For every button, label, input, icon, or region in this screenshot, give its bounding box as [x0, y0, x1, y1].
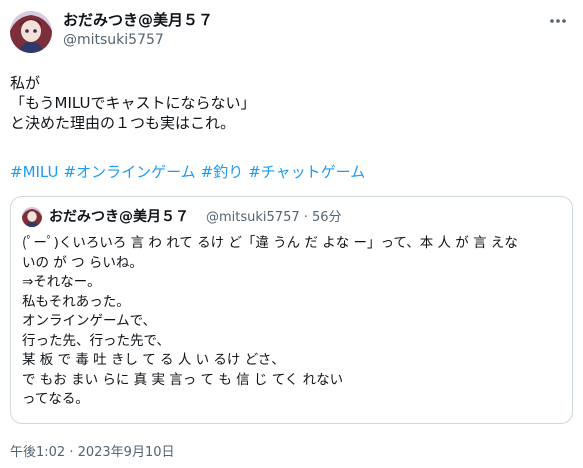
quote-line: で もお まい らに 真 実 言っ て も 信 じ てく れない	[22, 371, 344, 388]
quote-line: (ﾟーﾟ)くいろいろ 言 わ れて るけ ど「違 うん だ よな ー」って、本 …	[22, 235, 518, 251]
tweet-text: 私が 「もうMILUでキャストにならない」 と決めた理由の１つも実はこれ。	[10, 73, 256, 133]
quote-text: (ﾟーﾟ)くいろいろ 言 わ れて るけ ど「違 うん だ よな ー」って、本 …	[22, 234, 562, 410]
hashtag-list: #MILU #オンラインゲーム #釣り #チャットゲーム	[10, 162, 370, 182]
quote-meta[interactable]: @mitsuki5757 · 56分	[206, 209, 342, 226]
avatar-image	[10, 11, 52, 53]
quote-tweet[interactable]: おだみつき@美月５７ @mitsuki5757 · 56分 (ﾟーﾟ)くいろいろ…	[10, 196, 573, 424]
tweet-line: と決めた理由の１つも実はこれ。	[10, 114, 236, 132]
hashtag-link[interactable]: #釣り	[201, 163, 244, 181]
quote-line: オンラインゲームで、	[22, 313, 157, 329]
hashtag-link[interactable]: #オンラインゲーム	[64, 163, 196, 181]
quote-line: ってなる。	[22, 391, 89, 407]
avatar[interactable]	[10, 11, 52, 53]
quote-line: 私もそれあった。	[22, 293, 130, 310]
author-handle[interactable]: @mitsuki5757	[63, 31, 164, 49]
hashtag-link[interactable]: #チャットゲーム	[248, 163, 365, 181]
quote-line: 某 板 で 毒 吐 きし て る 人 い るけ どさ、	[22, 352, 285, 368]
author-name[interactable]: おだみつき@美月５７	[63, 11, 213, 30]
quote-line: ⇒それなー。	[22, 274, 101, 290]
tweet-line: 私が	[10, 74, 41, 92]
quote-line: 行った先、行った先で、	[22, 332, 170, 349]
more-button[interactable]	[543, 8, 573, 34]
quote-line: いの が つ らいね。	[22, 254, 143, 271]
timestamp[interactable]: 午後1:02 · 2023年9月10日	[10, 444, 175, 461]
avatar-image	[22, 207, 42, 227]
more-horizontal-icon	[550, 19, 566, 23]
quote-avatar[interactable]	[22, 207, 42, 227]
quote-author-name[interactable]: おだみつき@美月５７	[49, 209, 189, 226]
tweet-line: 「もうMILUでキャストにならない」	[10, 94, 256, 112]
hashtag-link[interactable]: #MILU	[10, 163, 59, 181]
